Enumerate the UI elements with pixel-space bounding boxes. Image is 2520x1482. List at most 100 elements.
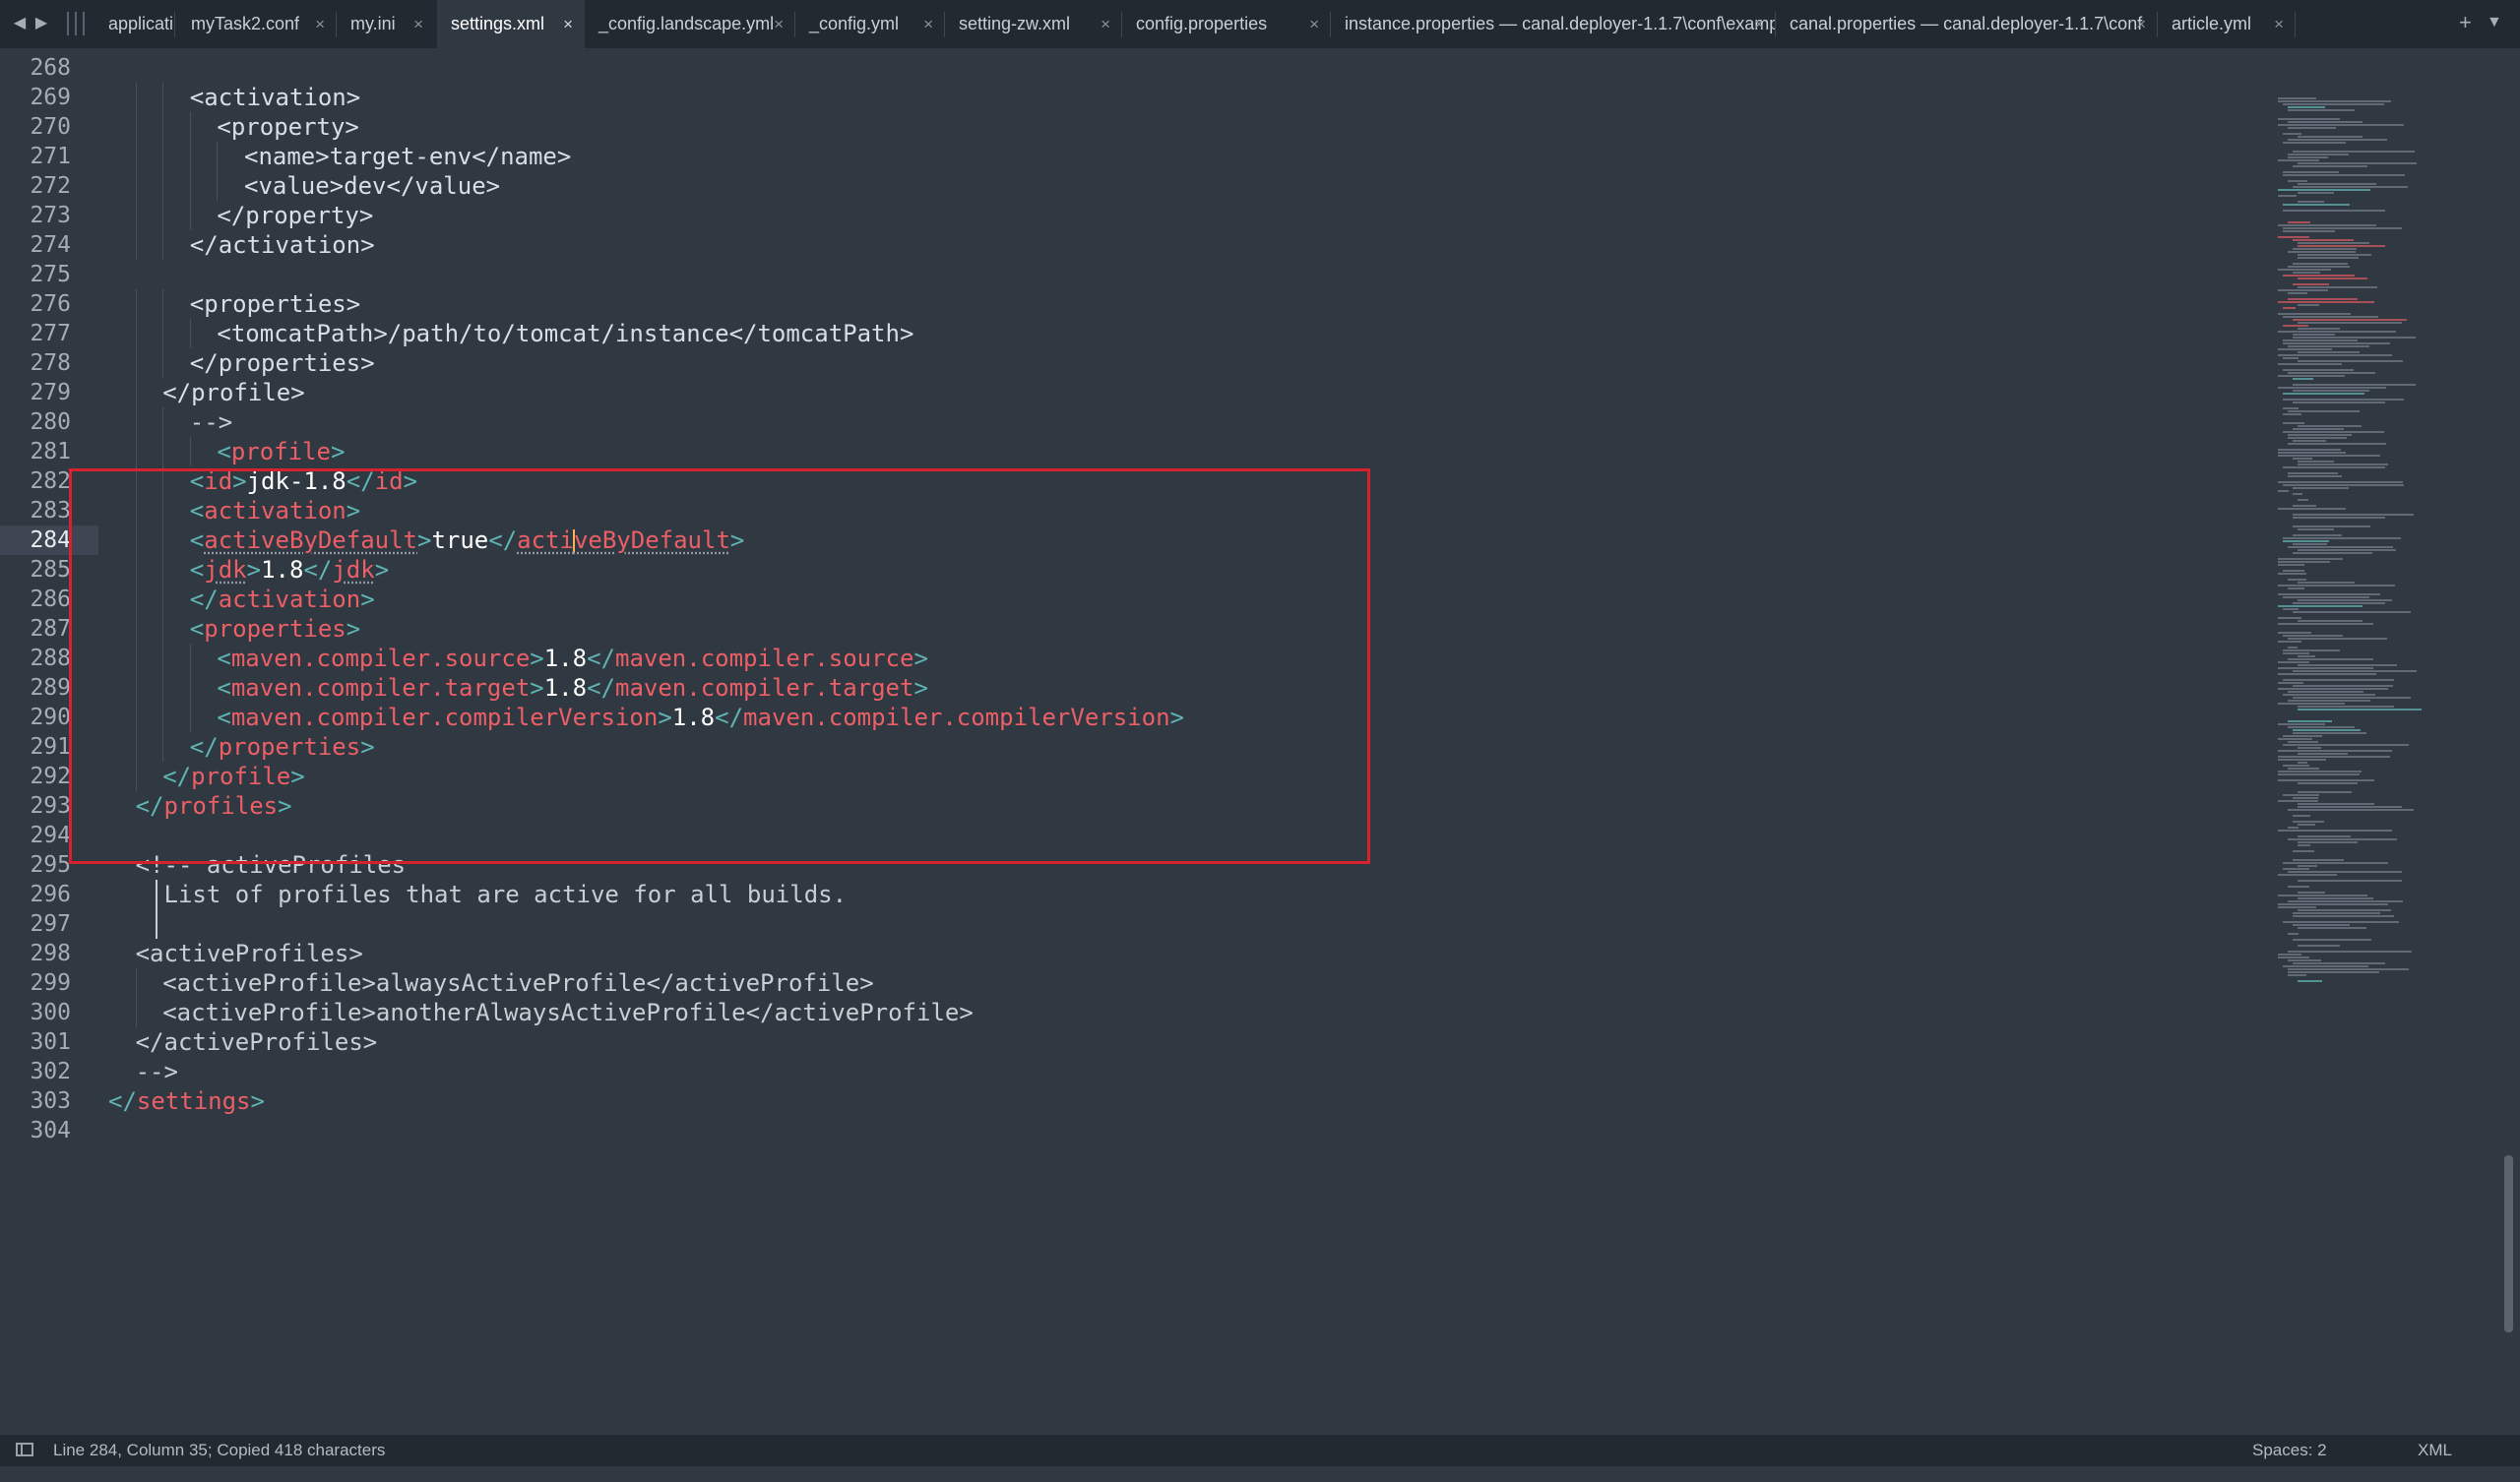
code-line[interactable]: 271 <name>target-env</name>: [0, 142, 2490, 171]
tab[interactable]: instance.properties — canal.deployer-1.1…: [1331, 0, 1776, 48]
code-line[interactable]: 298 <activeProfiles>: [0, 939, 2490, 968]
code-line[interactable]: 283 <activation>: [0, 496, 2490, 525]
code-line[interactable]: 286 </activation>: [0, 585, 2490, 614]
code-line[interactable]: 277 <tomcatPath>/path/to/tomcat/instance<…: [0, 319, 2490, 348]
minimap-line: [2293, 165, 2367, 167]
code-line[interactable]: 291 </properties>: [0, 732, 2490, 762]
minimap-line: [2293, 552, 2372, 554]
code-token: >: [729, 526, 745, 554]
code-token: </: [346, 467, 375, 495]
close-tab-icon[interactable]: ×: [413, 0, 423, 48]
code-line[interactable]: 278 </properties>: [0, 348, 2490, 378]
code-token: activation: [218, 586, 361, 613]
code-line[interactable]: 269 <activation>: [0, 83, 2490, 112]
code-editor[interactable]: 268 269 <activation> 270 <property> 271 <name>…: [0, 48, 2520, 1434]
syntax-selector[interactable]: XML: [2418, 1435, 2452, 1466]
close-tab-icon[interactable]: ×: [563, 0, 573, 48]
code-line[interactable]: 268: [0, 53, 2490, 83]
code-line[interactable]: 287 <properties>: [0, 614, 2490, 644]
new-tab-button[interactable]: +: [2459, 10, 2472, 35]
line-number: 293: [30, 793, 71, 819]
minimap-line: [2298, 192, 2334, 194]
code-line[interactable]: 294: [0, 821, 2490, 850]
minimap-line: [2283, 325, 2308, 327]
minimap-line: [2298, 791, 2352, 793]
minimap-line: [2288, 959, 2321, 961]
code-line[interactable]: 280 -->: [0, 407, 2490, 437]
code-line[interactable]: 272 <value>dev</value>: [0, 171, 2490, 201]
code-line[interactable]: 284 <activeByDefault>true</activeByDefaul…: [0, 525, 2490, 555]
tab-back-button[interactable]: ◀: [10, 12, 30, 35]
code-line[interactable]: 281 <profile>: [0, 437, 2490, 466]
code-line[interactable]: 292 </profile>: [0, 762, 2490, 791]
tab[interactable]: applicati: [94, 0, 175, 48]
close-tab-icon[interactable]: ×: [774, 0, 784, 48]
tab[interactable]: canal.properties — canal.deployer-1.1.7\…: [1776, 0, 2158, 48]
line-number: 276: [30, 291, 71, 317]
minimap-line: [2293, 850, 2314, 852]
indentation-setting[interactable]: Spaces: 2: [2252, 1435, 2327, 1466]
tab[interactable]: article.yml ×: [2158, 0, 2296, 48]
tab[interactable]: config.properties ×: [1122, 0, 1331, 48]
close-tab-icon[interactable]: ×: [315, 0, 325, 48]
code-line[interactable]: 282 <id>jdk-1.8</id>: [0, 466, 2490, 496]
toggle-panel-icon[interactable]: [16, 1443, 33, 1456]
code-line[interactable]: 273 </property>: [0, 201, 2490, 230]
close-tab-icon[interactable]: ×: [1101, 0, 1110, 48]
tab-forward-button[interactable]: ▶: [32, 12, 51, 35]
code-line[interactable]: 276 <properties>: [0, 289, 2490, 319]
code-line[interactable]: 302 -->: [0, 1057, 2490, 1086]
code-line[interactable]: 303 </settings>: [0, 1086, 2490, 1116]
code-line[interactable]: 288 <maven.compiler.source>1.8</maven.com…: [0, 644, 2490, 673]
code-line[interactable]: 299 <activeProfile>alwaysActiveProfile</a…: [0, 968, 2490, 998]
code-line[interactable]: 300 <activeProfile>anotherAlwaysActivePro…: [0, 998, 2490, 1027]
minimap-line: [2288, 720, 2332, 722]
code-line[interactable]: 279 </profile>: [0, 378, 2490, 407]
code-line[interactable]: 289 <maven.compiler.target>1.8</maven.com…: [0, 673, 2490, 703]
minimap-line: [2288, 109, 2355, 111]
minimap[interactable]: [2274, 97, 2453, 1003]
code-line[interactable]: 285 <jdk>1.8</jdk>: [0, 555, 2490, 585]
code-line[interactable]: 295 <!-- activeProfiles: [0, 850, 2490, 880]
code-token: true: [431, 526, 489, 554]
indent-guide: [189, 171, 191, 201]
tab-label: settings.xml: [451, 14, 545, 33]
code-line[interactable]: 304: [0, 1116, 2490, 1145]
scrollbar-thumb[interactable]: [2504, 1155, 2513, 1332]
tab[interactable]: myTask2.conf ×: [177, 0, 337, 48]
tab-list-button[interactable]: ▼: [2487, 10, 2502, 35]
code-line[interactable]: 293 </profiles>: [0, 791, 2490, 821]
tab[interactable]: settings.xml ×: [437, 0, 585, 48]
tab[interactable]: setting-zw.xml ×: [945, 0, 1122, 48]
minimap-line: [2283, 133, 2301, 135]
code-line[interactable]: 290 <maven.compiler.compilerVersion>1.8</…: [0, 703, 2490, 732]
code-line[interactable]: 274 </activation>: [0, 230, 2490, 260]
code-token: <: [189, 615, 205, 643]
indent-guide: [162, 112, 164, 142]
minimap-line: [2283, 103, 2384, 105]
code-line[interactable]: 296 List of profiles that are active for…: [0, 880, 2490, 909]
tab[interactable]: _config.yml ×: [795, 0, 945, 48]
code-line[interactable]: 297: [0, 909, 2490, 939]
code-token: maven.compiler.source: [230, 645, 531, 672]
close-tab-icon[interactable]: ×: [923, 0, 933, 48]
minimap-line: [2288, 726, 2355, 728]
code-token: <activeProfile>anotherAlwaysActiveProfil…: [162, 999, 974, 1026]
minimap-line: [2278, 195, 2297, 197]
tab[interactable]: _config.landscape.yml ×: [585, 0, 795, 48]
minimap-line: [2293, 334, 2335, 336]
close-tab-icon[interactable]: ×: [2136, 0, 2146, 48]
minimap-line: [2283, 171, 2339, 173]
minimap-line: [2283, 635, 2343, 637]
code-token: properties: [218, 733, 361, 761]
close-tab-icon[interactable]: ×: [1754, 0, 1764, 48]
close-tab-icon[interactable]: ×: [1309, 0, 1319, 48]
close-tab-icon[interactable]: ×: [2274, 0, 2284, 48]
line-number: 279: [30, 380, 71, 405]
minimap-line: [2288, 298, 2358, 300]
tab[interactable]: my.ini ×: [337, 0, 435, 48]
code-line[interactable]: 301 </activeProfiles>: [0, 1027, 2490, 1057]
code-line[interactable]: 270 <property>: [0, 112, 2490, 142]
code-line[interactable]: 275: [0, 260, 2490, 289]
code-token: <activation>: [189, 84, 361, 111]
